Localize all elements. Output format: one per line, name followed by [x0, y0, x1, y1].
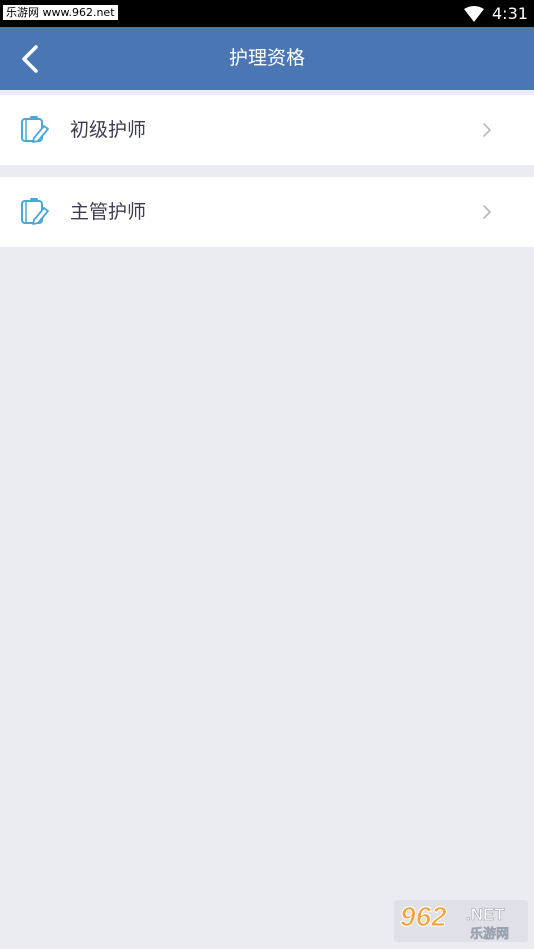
list-item-supervisor-nurse[interactable]: 主管护师: [0, 177, 534, 247]
status-time: 4:31: [492, 4, 528, 23]
status-watermark: 乐游网 www.962.net: [3, 5, 118, 20]
list-item-junior-nurse[interactable]: 初级护师: [0, 95, 534, 165]
watermark-brand: 962: [400, 901, 447, 932]
back-button[interactable]: [14, 43, 48, 75]
list-item-label: 主管护师: [70, 201, 147, 223]
chevron-right-icon: [483, 123, 491, 137]
app-bar: 护理资格: [0, 27, 534, 90]
status-bar: 乐游网 www.962.net 4:31: [0, 0, 534, 27]
watermark-tagline: 乐游网: [470, 926, 509, 942]
watermark-logo: 962 .NET 乐游网: [394, 900, 528, 942]
wifi-icon: [464, 6, 484, 22]
page-title: 护理资格: [228, 47, 305, 69]
notebook-pencil-icon: [21, 198, 49, 225]
list-item-label: 初级护师: [70, 119, 147, 141]
chevron-right-icon: [483, 205, 491, 219]
watermark-suffix: .NET: [466, 905, 505, 924]
notebook-pencil-icon: [21, 116, 49, 143]
chevron-left-icon: [22, 45, 38, 73]
